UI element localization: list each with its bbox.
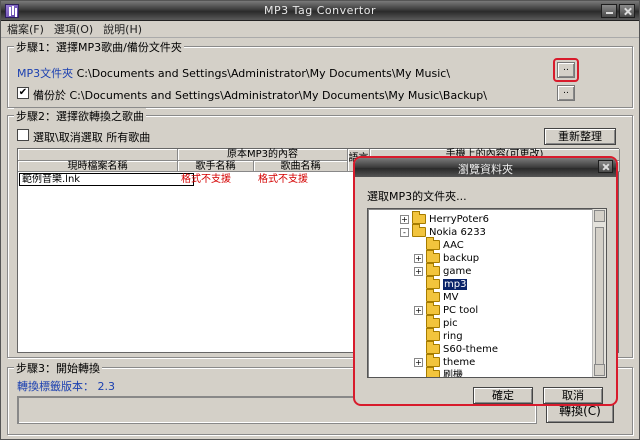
header-spacer [18, 149, 178, 161]
main-window: MP3 Tag Convertor 檔案(F) 選項(O) 說明(H) 步驟1：… [0, 0, 640, 440]
header-original: 原本MP3的內容 [178, 149, 348, 161]
folder-icon [412, 224, 426, 237]
tree-item[interactable]: pic [414, 315, 458, 330]
expand-icon[interactable]: + [414, 305, 423, 315]
tree-item[interactable]: - Nokia 6233 [400, 224, 486, 239]
browse-backup-folder-button[interactable]: .. [557, 85, 575, 101]
expand-icon[interactable]: + [414, 357, 423, 367]
tree-item-label: S60-theme [443, 344, 498, 355]
dialog-title: 瀏覽資料夾 [458, 163, 513, 176]
header-artist[interactable]: 歌手名稱 [178, 161, 254, 172]
backup-label: 備份於 [33, 89, 66, 102]
collapse-icon[interactable]: - [400, 227, 409, 237]
scroll-down-icon[interactable] [594, 364, 605, 376]
tree-item[interactable]: MV [414, 289, 459, 304]
folder-icon [426, 341, 440, 354]
scroll-thumb[interactable] [595, 227, 604, 367]
folder-tree[interactable]: + HerryPoter6 - Nokia 6233 AAC + backup + game mp… [367, 208, 607, 378]
backup-checkbox[interactable]: ✔ [17, 87, 29, 99]
tree-item-label: theme [443, 357, 476, 368]
tree-item-label: backup [443, 253, 480, 264]
tree-scrollbar[interactable] [592, 209, 606, 377]
tree-item-label: PC tool [443, 305, 479, 316]
header-filename[interactable]: 現時檔案名稱 [18, 161, 178, 172]
mp3-folder-row: MP3文件夾 C:\Documents and Settings\Adminis… [17, 65, 450, 81]
tree-item[interactable]: AAC [414, 237, 464, 252]
tree-item-label: pic [443, 318, 458, 329]
mp3-folder-label: MP3文件夾 [17, 67, 74, 80]
browse-mp3-folder-button[interactable]: .. [557, 62, 575, 78]
folder-icon [426, 250, 440, 263]
tree-item-label: MV [443, 292, 459, 303]
tree-item[interactable]: mp3 [414, 276, 468, 291]
tree-item[interactable]: + backup [414, 250, 480, 265]
title-bar[interactable]: MP3 Tag Convertor [1, 1, 639, 21]
tree-item-label: mp3 [443, 279, 468, 290]
folder-icon [426, 289, 440, 302]
header-song[interactable]: 歌曲名稱 [254, 161, 348, 172]
folder-icon [426, 276, 440, 289]
select-all-label: 選取\取消選取 所有歌曲 [33, 131, 151, 144]
dialog-close-icon[interactable] [598, 160, 613, 173]
row-song[interactable]: 格式不支援 [258, 174, 308, 186]
step2-title: 步驟2：選擇欲轉換之歌曲 [14, 108, 146, 124]
tree-item-label: HerryPoter6 [429, 214, 489, 225]
folder-icon [426, 367, 440, 377]
folder-icon [426, 315, 440, 328]
select-all-checkbox[interactable] [17, 129, 29, 141]
folder-icon [426, 237, 440, 250]
folder-icon [426, 328, 440, 341]
row-artist[interactable]: 格式不支援 [181, 174, 231, 186]
step3-title: 步驟3：開始轉換 [14, 360, 102, 376]
tree-item-label: ring [443, 331, 463, 342]
folder-icon [426, 354, 440, 367]
step1-title: 步驟1：選擇MP3歌曲/備份文件夾 [14, 39, 184, 55]
expand-icon[interactable]: + [400, 214, 409, 224]
scroll-up-icon[interactable] [594, 210, 605, 222]
cancel-button[interactable]: 取消 [543, 387, 603, 404]
dialog-prompt: 選取MP3的文件夾... [367, 190, 467, 203]
tree-item[interactable]: + PC tool [414, 302, 479, 317]
menu-bar: 檔案(F) 選項(O) 說明(H) [1, 21, 639, 38]
menu-file[interactable]: 檔案(F) [7, 21, 44, 37]
tree-item[interactable]: + theme [414, 354, 476, 369]
dialog-title-bar[interactable]: 瀏覽資料夾 [355, 158, 616, 177]
tree-item[interactable]: + game [414, 263, 472, 278]
backup-row: 備份於 C:\Documents and Settings\Administra… [33, 87, 487, 103]
refresh-button[interactable]: 重新整理 [544, 128, 616, 145]
menu-options[interactable]: 選項(O) [54, 21, 93, 37]
browse-folder-dialog: 瀏覽資料夾 選取MP3的文件夾... + HerryPoter6 - Nokia 62… [353, 156, 618, 406]
minimize-icon[interactable] [601, 4, 617, 18]
row-filename[interactable]: 範例音樂.lnk [22, 174, 80, 186]
version-label: 轉換標籤版本： 2.3 [17, 380, 115, 393]
folder-icon [426, 263, 440, 276]
mp3-folder-path: C:\Documents and Settings\Administrator\… [76, 67, 451, 80]
menu-help[interactable]: 說明(H) [103, 21, 142, 37]
ok-button[interactable]: 確定 [473, 387, 533, 404]
tree-item[interactable]: 刷機 [414, 367, 463, 378]
tree-item-label: AAC [443, 240, 464, 251]
tree-item-label: game [443, 266, 472, 277]
expand-icon[interactable]: + [414, 253, 423, 263]
tree-item-label: 刷機 [443, 370, 463, 378]
window-title: MP3 Tag Convertor [264, 4, 376, 17]
expand-icon[interactable]: + [414, 266, 423, 276]
tree-item-label: Nokia 6233 [429, 227, 486, 238]
folder-icon [412, 211, 426, 224]
backup-path: C:\Documents and Settings\Administrator\… [69, 89, 487, 102]
close-icon[interactable] [619, 4, 635, 18]
folder-icon [426, 302, 440, 315]
tree-item[interactable]: ring [414, 328, 463, 343]
